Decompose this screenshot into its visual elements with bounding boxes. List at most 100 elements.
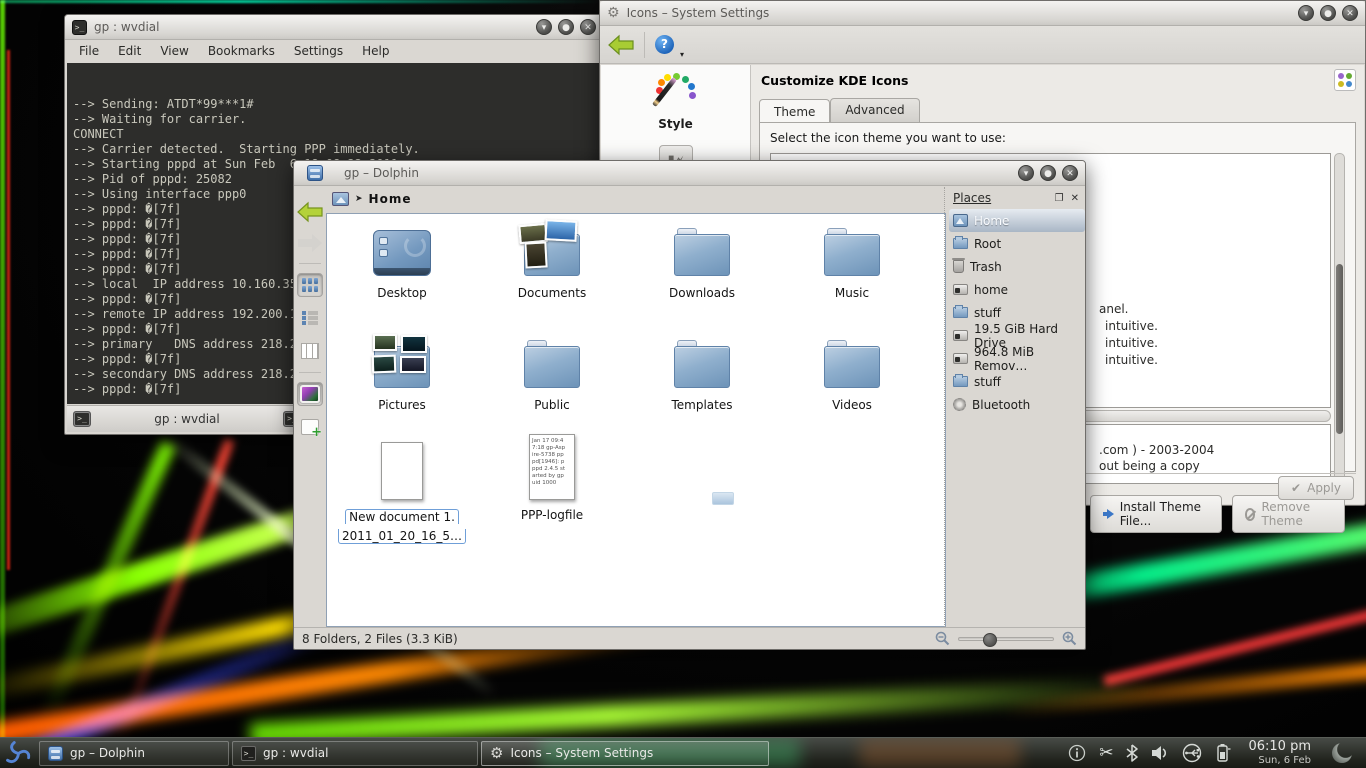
bluetooth-icon <box>953 398 966 411</box>
places-item-bluetooth[interactable]: Bluetooth <box>949 393 1085 416</box>
folder-item[interactable]: Music <box>777 220 927 300</box>
columns-view-button[interactable] <box>297 339 323 363</box>
task-button-wvdial[interactable]: >_ gp : wvdial <box>232 741 478 766</box>
tab-advanced[interactable]: Advanced <box>830 98 919 122</box>
folder-item[interactable]: Pictures <box>327 332 477 412</box>
folder-label: Music <box>777 286 927 300</box>
split-view-button[interactable] <box>297 415 323 439</box>
minimize-icon[interactable]: ▾ <box>1298 5 1314 21</box>
close-panel-icon[interactable]: ✕ <box>1071 193 1079 204</box>
scrollbar-thumb[interactable] <box>1336 264 1343 434</box>
forward-arrow-icon[interactable] <box>297 232 323 254</box>
places-panel: Places ❐ ✕ Home Root Trash home <box>944 187 1085 627</box>
maximize-icon[interactable]: ● <box>558 19 574 35</box>
removable-drive-icon <box>953 353 968 364</box>
terminal-tab[interactable]: gp : wvdial <box>97 412 277 426</box>
places-item-trash[interactable]: Trash <box>949 255 1085 278</box>
task-button-dolphin[interactable]: gp – Dolphin <box>39 741 229 766</box>
menu-item[interactable]: File <box>79 44 99 58</box>
places-item-home-partition[interactable]: home <box>949 278 1085 301</box>
battery-icon[interactable] <box>1215 743 1231 763</box>
vertical-scrollbar[interactable] <box>1334 153 1345 484</box>
folder-icon <box>674 234 730 276</box>
home-folder-icon[interactable] <box>332 192 349 206</box>
places-item-root[interactable]: Root <box>949 232 1085 255</box>
install-theme-button[interactable]: Install Theme File... <box>1090 495 1222 533</box>
menu-item[interactable]: Settings <box>294 44 343 58</box>
dolphin-app-icon <box>307 165 323 181</box>
folder-item[interactable]: Downloads <box>627 220 777 300</box>
remove-theme-button[interactable]: Remove Theme <box>1232 495 1345 533</box>
sidebar-item-style[interactable]: Style <box>601 65 750 131</box>
menu-item[interactable]: Help <box>362 44 389 58</box>
breadcrumb-home[interactable]: Home <box>369 192 412 206</box>
details-view-button[interactable] <box>297 306 323 330</box>
menu-item[interactable]: Edit <box>118 44 141 58</box>
file-label-line1: New document 1. <box>345 509 459 524</box>
toolbar-separator <box>299 372 321 373</box>
zoom-slider-knob[interactable] <box>983 633 997 647</box>
minimize-icon[interactable]: ▾ <box>536 19 552 35</box>
help-icon[interactable]: ? <box>655 35 674 54</box>
task-button-system-settings[interactable]: ⚙ Icons – System Settings <box>481 741 769 766</box>
app-launcher-button[interactable] <box>0 738 36 768</box>
icons-view-button[interactable] <box>297 273 323 297</box>
split-view-icon <box>301 419 319 435</box>
folder-item[interactable]: Desktop <box>327 220 477 300</box>
float-panel-icon[interactable]: ❐ <box>1055 193 1064 204</box>
menu-item[interactable]: View <box>160 44 188 58</box>
wallpaper-streak <box>7 50 10 570</box>
folder-item[interactable]: Documents <box>477 220 627 300</box>
folder-item[interactable]: Videos <box>777 332 927 412</box>
info-icon[interactable] <box>1068 744 1086 762</box>
folder-icon <box>524 346 580 388</box>
icon-grid-icon[interactable] <box>1334 69 1356 91</box>
trash-icon <box>953 260 964 273</box>
terminal-app-icon: >_ <box>72 20 87 35</box>
terminal-titlebar[interactable]: >_ gp : wvdial ▾ ● ✕ <box>65 15 603 40</box>
places-item-home[interactable]: Home <box>949 209 1085 232</box>
close-icon[interactable]: ✕ <box>1062 165 1078 181</box>
back-arrow-icon[interactable] <box>608 34 634 56</box>
dolphin-titlebar[interactable]: gp – Dolphin ▾ ● ✕ <box>294 161 1085 186</box>
minimize-icon[interactable]: ▾ <box>1018 165 1034 181</box>
places-item-stuff2[interactable]: stuff <box>949 370 1085 393</box>
klipper-scissors-icon[interactable]: ✂ <box>1099 745 1113 762</box>
chevron-down-icon[interactable]: ▾ <box>680 50 684 63</box>
apply-button[interactable]: ✔ Apply <box>1278 476 1354 500</box>
toolbar-separator <box>644 32 645 58</box>
tab-theme[interactable]: Theme <box>759 99 830 123</box>
bluetooth-icon[interactable] <box>1126 744 1138 762</box>
preview-button[interactable] <box>297 382 323 406</box>
close-icon[interactable]: ✕ <box>580 19 596 35</box>
clock[interactable]: 06:10 pm Sun, 6 Feb <box>1244 740 1311 766</box>
file-item-selected[interactable]: New document 1. 2011_01_20_16_5… <box>327 436 477 544</box>
places-item-removable[interactable]: 964.8 MiB Remov… <box>949 347 1085 370</box>
file-item[interactable]: Jan 17 09:47:18 gp-Aspire-5738 pppd[1946… <box>477 430 627 522</box>
folder-label: Public <box>477 398 627 412</box>
back-arrow-icon[interactable] <box>297 201 323 223</box>
close-icon[interactable]: ✕ <box>1342 5 1358 21</box>
volume-icon[interactable] <box>1151 745 1169 761</box>
zoom-out-icon[interactable] <box>935 631 950 646</box>
maximize-icon[interactable]: ● <box>1320 5 1336 21</box>
system-settings-toolbar: ? ▾ <box>600 26 1365 64</box>
zoom-slider[interactable] <box>958 637 1054 641</box>
theme-description-fragment: out being a copy <box>1099 459 1200 473</box>
wallpaper-streak <box>40 440 177 721</box>
usb-device-icon[interactable] <box>1182 743 1202 763</box>
file-view[interactable]: Desktop Documents Downloads Music <box>326 213 946 627</box>
panel-cashew-icon[interactable] <box>1332 743 1352 763</box>
folder-item[interactable]: Public <box>477 332 627 412</box>
settings-tabs: Theme Advanced <box>759 98 920 122</box>
gear-icon: ⚙ <box>490 746 503 761</box>
zoom-in-icon[interactable] <box>1062 631 1077 646</box>
maximize-icon[interactable]: ● <box>1040 165 1056 181</box>
preview-icon <box>300 385 320 403</box>
folder-item[interactable]: Templates <box>627 332 777 412</box>
terminal-tab-icon[interactable]: >_ <box>73 411 91 427</box>
menu-item[interactable]: Bookmarks <box>208 44 275 58</box>
system-settings-titlebar[interactable]: ⚙ Icons – System Settings ▾ ● ✕ <box>600 1 1365 26</box>
dolphin-window: gp – Dolphin ▾ ● ✕ ➤ Home <box>293 160 1086 650</box>
log-preview-line: ire-5738 pp <box>532 452 572 459</box>
